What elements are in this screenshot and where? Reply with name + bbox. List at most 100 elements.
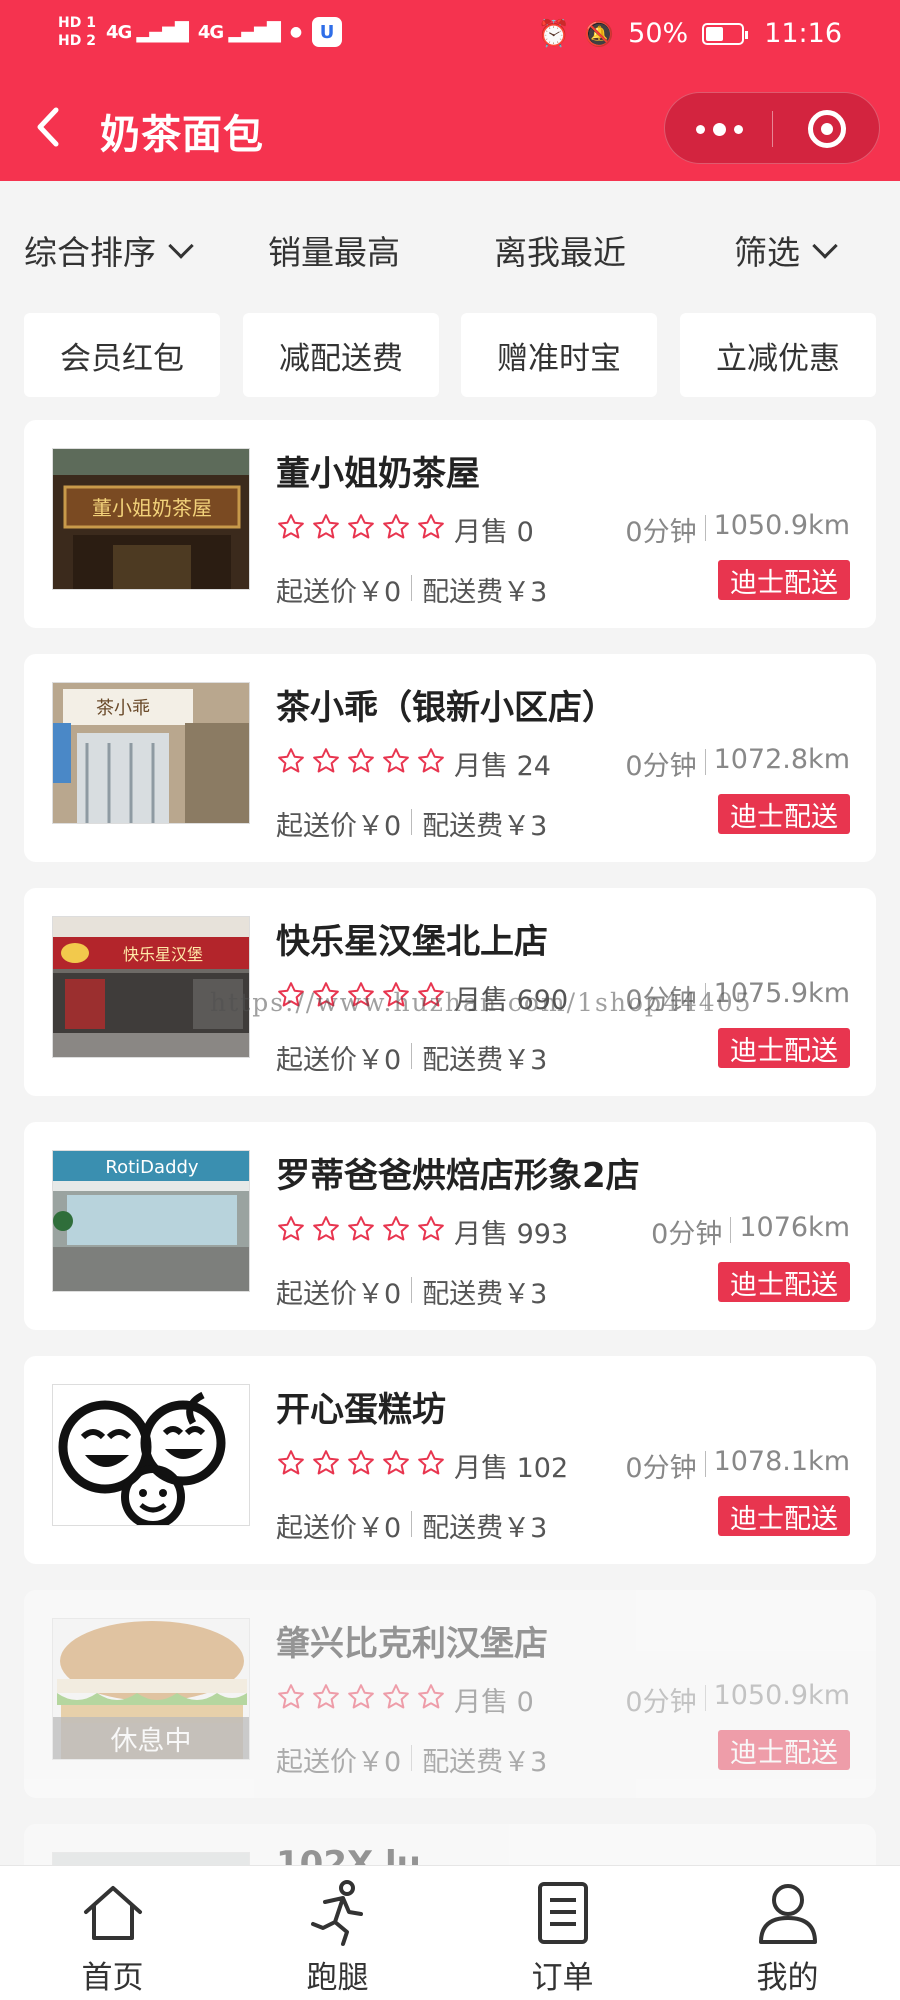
star-outline-icon [418,514,444,539]
fees: 起送价￥0 配送费￥3 [276,1272,547,1311]
tab-home-label: 首页 [81,1960,144,1996]
star-outline-icon [418,1450,444,1475]
back-arrow-icon[interactable] [30,102,70,152]
distance: 1078.1km [713,1446,850,1477]
battery-icon [702,22,749,45]
shop-card[interactable]: 开心蛋糕坊 月售 102 0分钟 1078.1km 起送价￥0 配送费￥3 迪士配送 [24,1356,876,1564]
more-menu-icon[interactable] [665,93,773,165]
mute-bell-icon: 🔕 [584,19,615,48]
tab-profile[interactable]: 我的 [675,1866,900,2000]
star-outline-icon [278,514,304,539]
shop-card[interactable]: 董小姐奶茶屋 董小姐奶茶屋 月售 0 0分钟 1050.9km 起送价￥0 配送费￥… [24,420,876,628]
star-outline-icon [418,748,444,773]
shop-name: 肇兴比克利汉堡店 [276,1624,548,1664]
shop-card-closed[interactable]: 休息中 肇兴比克利汉堡店 月售 0 0分钟 1050.9km 起送价￥0 配送费￥3… [24,1590,876,1798]
filter-dropdown[interactable]: 筛选 [734,226,838,274]
clock: 11:16 [764,18,842,49]
delivery-time-distance: 0分钟 1076km [651,1212,850,1251]
tab-errand[interactable]: 跑腿 [225,1866,450,2000]
tab-errand-label: 跑腿 [306,1960,369,1996]
shop-name: 快乐星汉堡北上店 [276,922,548,962]
tab-profile-label: 我的 [756,1960,819,1996]
miniprogram-capsule [664,92,880,164]
delivery-time-distance: 0分钟 1072.8km [625,744,850,783]
runner-icon [310,1880,363,1946]
sort-comprehensive[interactable]: 综合排序 [24,226,194,274]
rating-stars [276,1214,446,1244]
star-outline-icon [348,1684,374,1709]
status-right: ⏰ 🔕 50% 11:16 [538,18,842,49]
tab-bar: 首页 跑腿 订单 我的 [0,1865,900,2000]
app-notification-icon: U [312,17,343,47]
chevron-down-icon [168,233,194,259]
shop-name: 茶小乖（银新小区店） [276,688,616,728]
monthly-sales: 月售 102 [454,1453,569,1484]
hd-top-label: HD 1 [58,15,96,31]
chip-member-coupon[interactable]: 会员红包 [24,313,220,397]
wifi-dot-icon: ● [289,24,303,40]
star-outline-icon [278,1684,304,1709]
delivery-time: 0分钟 [625,1687,697,1718]
shop-sign-text: 董小姐奶茶屋 [92,496,212,520]
chip-reduced-delivery[interactable]: 减配送费 [243,313,439,397]
watermark: https://www.huzhan.com/1shop44405 [210,988,753,1017]
tab-home[interactable]: 首页 [0,1866,225,2000]
star-outline-icon [313,1684,339,1709]
alarm-icon: ⏰ [537,18,571,49]
star-outline-icon [278,1450,304,1475]
shop-thumbnail: 快乐星汉堡 [52,916,250,1058]
star-outline-icon [313,1216,339,1241]
delivery-fee: 配送费￥3 [422,1513,548,1544]
shop-name: 罗蒂爸爸烘焙店形象2店 [276,1156,640,1196]
star-outline-icon [278,1216,304,1241]
delivery-time-distance: 0分钟 1050.9km [625,1680,850,1719]
star-outline-icon [313,1450,339,1475]
signal-2-label: 4G [197,21,224,43]
min-order: 起送价￥0 [276,577,402,608]
star-outline-icon [383,1450,409,1475]
sort-sales-label: 销量最高 [268,233,400,272]
hd-indicator: HD 1 HD 2 [58,14,96,50]
signal-1-label: 4G [105,21,132,43]
min-order: 起送价￥0 [276,1747,402,1778]
delivery-tag: 迪士配送 [718,794,850,834]
delivery-fee: 配送费￥3 [422,1747,548,1778]
shop-thumbnail [52,1384,250,1526]
star-outline-icon [383,1216,409,1241]
star-outline-icon [348,748,374,773]
shop-name: 董小姐奶茶屋 [276,454,480,494]
shop-sign-text: 快乐星汉堡 [123,945,203,964]
fees: 起送价￥0 配送费￥3 [276,1038,547,1077]
star-outline-icon [383,514,409,539]
chip-instant-discount[interactable]: 立减优惠 [680,313,876,397]
app-header: HD 1 HD 2 4G ▂▄▆█ 4G ▂▄▆█ ● U ⏰ 🔕 50% 11… [0,0,900,181]
sort-distance[interactable]: 离我最近 [494,226,626,274]
shop-sign-text: RotiDaddy [105,1157,199,1178]
delivery-time: 0分钟 [625,751,697,782]
signal-icon-2: 4G ▂▄▆█ [197,21,281,43]
chip-on-time-guarantee[interactable]: 赠准时宝 [461,313,657,397]
shop-thumbnail: 董小姐奶茶屋 [52,448,250,590]
tab-orders[interactable]: 订单 [450,1866,675,2000]
shop-card[interactable]: RotiDaddy 罗蒂爸爸烘焙店形象2店 月售 993 0分钟 1076km 起… [24,1122,876,1330]
shop-card[interactable]: 茶小乖 茶小乖（银新小区店） 月售 24 0分钟 1072.8km 起送价￥0 配送… [24,654,876,862]
shop-sign-text: 茶小乖 [96,698,150,719]
min-order: 起送价￥0 [276,1279,402,1310]
filter-label: 筛选 [734,233,800,272]
delivery-fee: 配送费￥3 [422,577,548,608]
distance: 1050.9km [713,1680,850,1711]
shop-thumbnail: RotiDaddy [52,1150,250,1292]
filter-chips: 会员红包 减配送费 赠准时宝 立减优惠 [24,313,876,397]
sort-sales[interactable]: 销量最高 [268,226,400,274]
close-miniprogram-icon[interactable] [773,93,881,165]
smiley-logo-icon [53,1385,249,1525]
delivery-time-distance: 0分钟 1078.1km [625,1446,850,1485]
tab-orders-label: 订单 [531,1960,594,1996]
distance: 1072.8km [713,744,850,775]
star-outline-icon [313,514,339,539]
nav-bar: 奶茶面包 [0,80,900,181]
min-order: 起送价￥0 [276,811,402,842]
rating-stars [276,746,446,776]
battery-percent: 50% [628,18,689,49]
star-outline-icon [383,1684,409,1709]
